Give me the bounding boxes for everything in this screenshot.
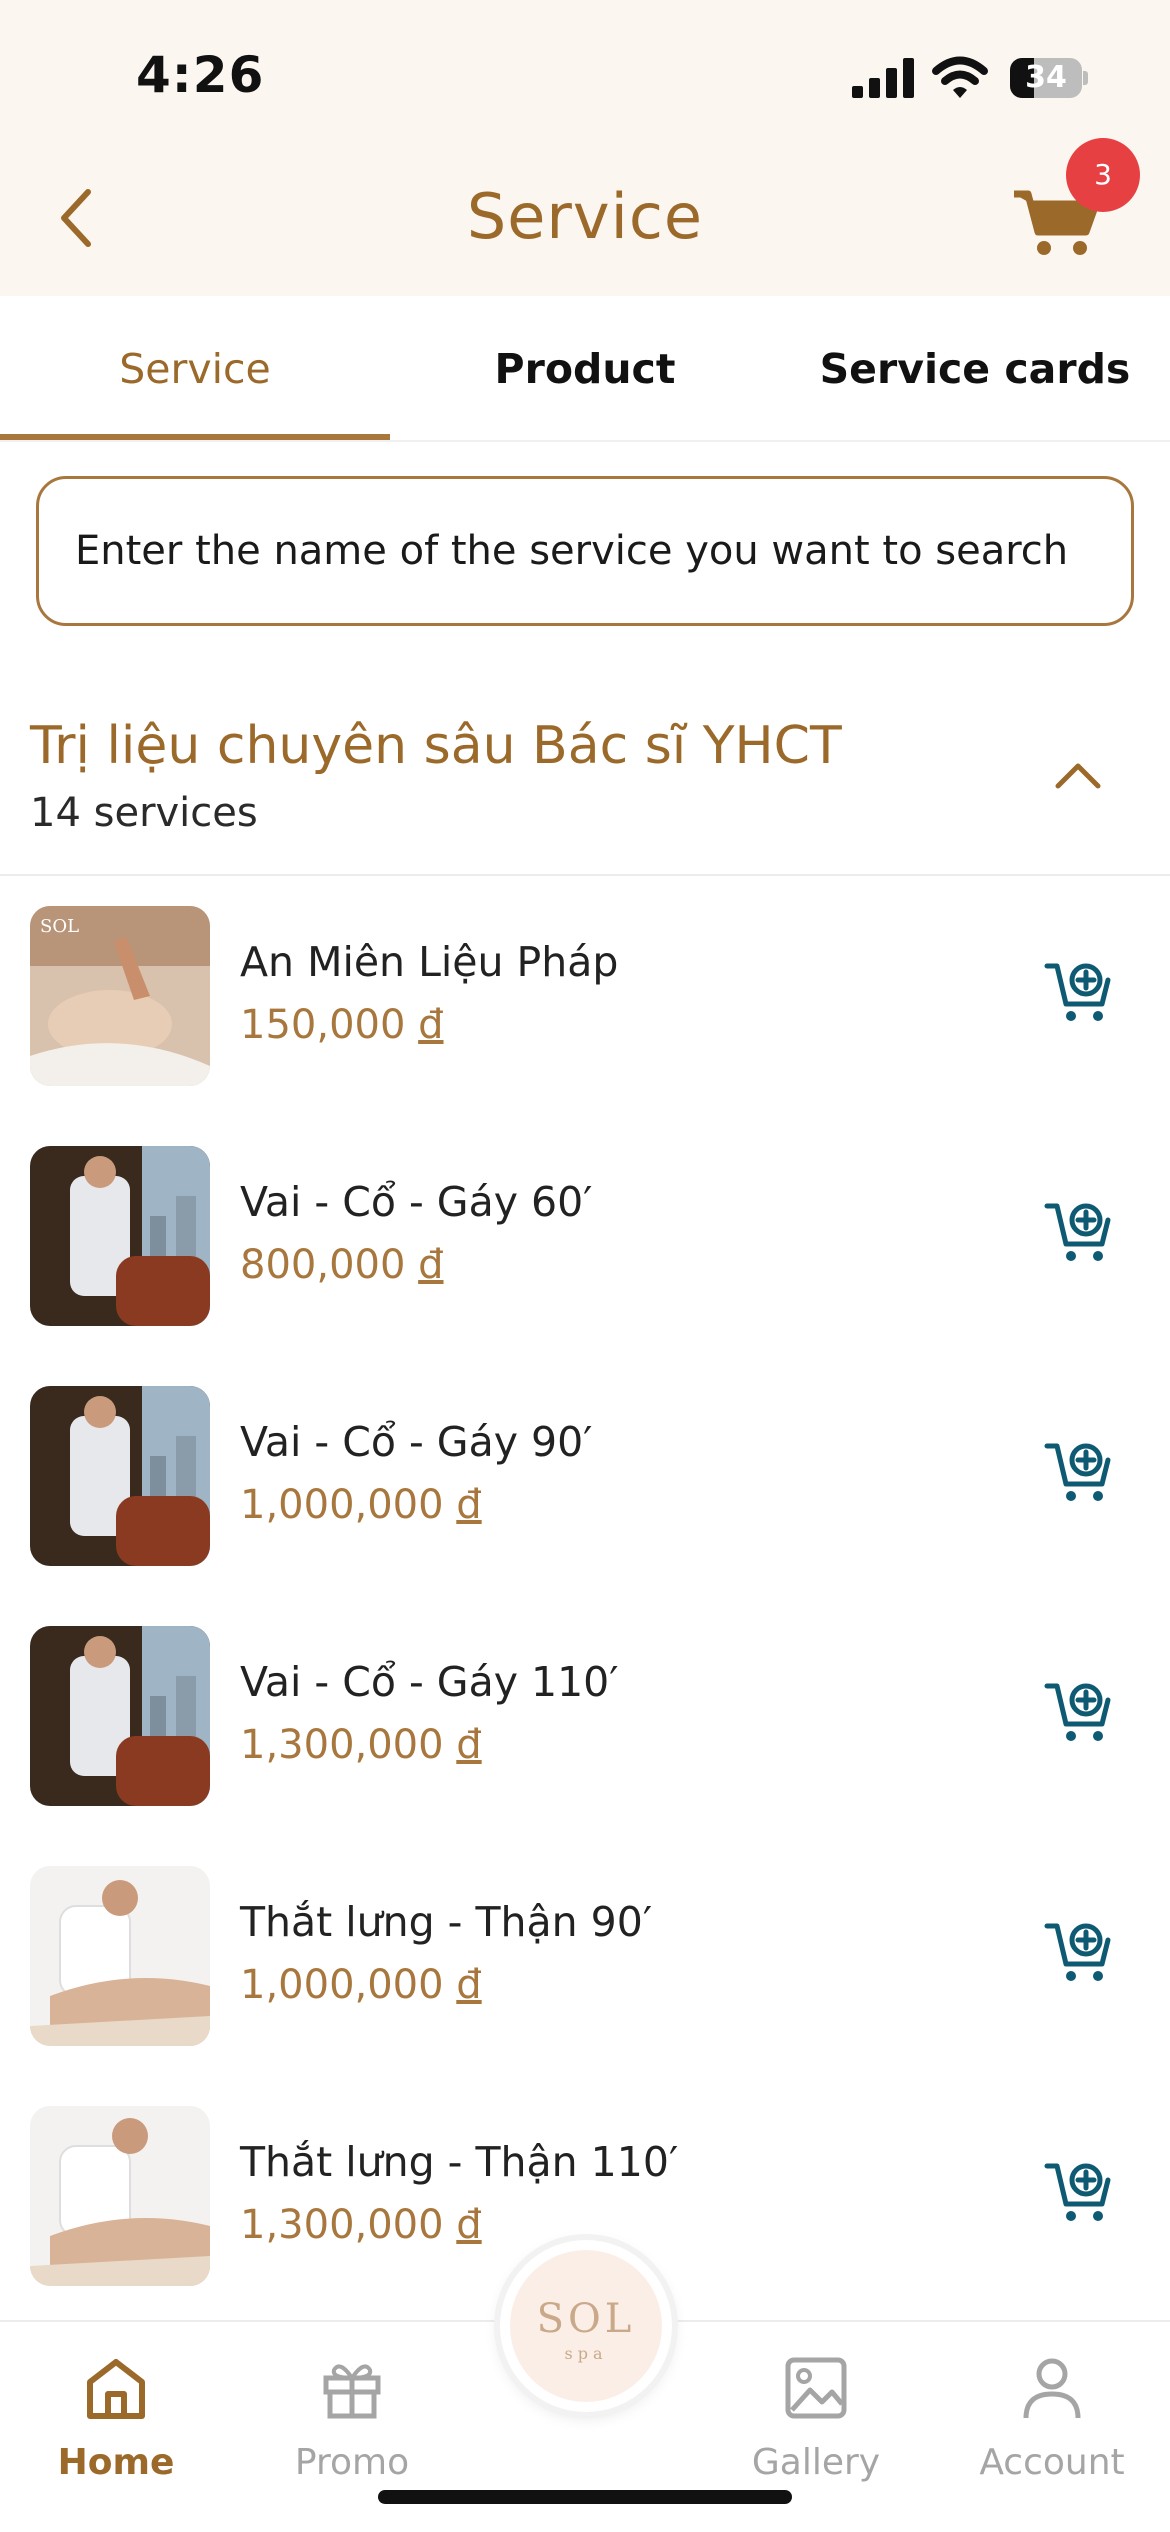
status-time: 4:26 [136, 46, 265, 104]
add-to-cart-icon[interactable] [1044, 1198, 1114, 1266]
service-name: An Miên Liệu Pháp [240, 938, 619, 986]
service-thumbnail [30, 1146, 210, 1326]
category-header[interactable]: Trị liệu chuyên sâu Bác sĩ YHCT 14 servi… [0, 700, 1170, 876]
home-icon [87, 2359, 145, 2419]
nav-promo-label: Promo [294, 2442, 410, 2483]
nav-account[interactable]: Account [952, 2342, 1152, 2492]
service-thumbnail [30, 2106, 210, 2286]
service-price: 1,300,000 đ [240, 2202, 482, 2248]
signal-icon [852, 58, 914, 98]
list-item[interactable]: Vai - Cổ - Gáy 90′ 1,000,000 đ [0, 1370, 1170, 1610]
tab-indicator [0, 434, 390, 440]
add-to-cart-icon[interactable] [1044, 1918, 1114, 1986]
user-icon [1023, 2358, 1081, 2419]
add-to-cart-icon[interactable] [1044, 2158, 1114, 2226]
status-icons: 34 [852, 52, 1092, 102]
page-title: Service [466, 180, 704, 253]
add-to-cart-icon[interactable] [1044, 1678, 1114, 1746]
list-item[interactable]: Vai - Cổ - Gáy 60′ 800,000 đ [0, 1130, 1170, 1370]
add-to-cart-icon[interactable] [1044, 1438, 1114, 1506]
service-name: Thắt lưng - Thận 90′ [240, 1898, 653, 1946]
chevron-up-icon[interactable] [1050, 756, 1106, 796]
service-price: 1,000,000 đ [240, 1962, 482, 2008]
service-name: Vai - Cổ - Gáy 60′ [240, 1178, 593, 1226]
battery-icon: 34 [1010, 58, 1088, 98]
service-thumbnail [30, 1626, 210, 1806]
tab-bar: Service Product Service cards [0, 296, 1170, 442]
service-price: 1,300,000 đ [240, 1722, 482, 1768]
battery-percent: 34 [1025, 60, 1067, 95]
sol-spa-logo: SOL spa [510, 2250, 662, 2402]
service-name: Vai - Cổ - Gáy 90′ [240, 1418, 593, 1466]
add-to-cart-icon[interactable] [1044, 958, 1114, 1026]
home-indicator [378, 2490, 792, 2504]
list-item[interactable]: Vai - Cổ - Gáy 110′ 1,300,000 đ [0, 1610, 1170, 1850]
search-input[interactable] [36, 476, 1134, 626]
tab-service-cards[interactable]: Service cards [780, 296, 1170, 442]
nav-promo[interactable]: Promo [252, 2342, 452, 2492]
tab-service[interactable]: Service [0, 296, 390, 442]
center-logo-button[interactable]: SOL spa [500, 2240, 672, 2412]
nav-gallery[interactable]: Gallery [716, 2342, 916, 2492]
nav-home[interactable]: Home [16, 2342, 216, 2492]
service-price: 1,000,000 đ [240, 1482, 482, 1528]
wifi-icon [932, 56, 988, 98]
tab-product[interactable]: Product [390, 296, 780, 442]
service-price: 150,000 đ [240, 1002, 444, 1048]
svg-text:SOL: SOL [40, 916, 79, 937]
nav-account-label: Account [979, 2442, 1125, 2483]
nav-home-label: Home [57, 2442, 175, 2483]
list-item[interactable]: Thắt lưng - Thận 90′ 1,000,000 đ [0, 1850, 1170, 2090]
list-item[interactable]: SOL An Miên Liệu Pháp 150,000 đ [0, 890, 1170, 1130]
service-thumbnail: SOL [30, 906, 210, 1086]
service-name: Thắt lưng - Thận 110′ [240, 2138, 679, 2186]
service-price: 800,000 đ [240, 1242, 444, 1288]
gift-icon [323, 2364, 381, 2419]
cart-badge: 3 [1066, 138, 1140, 212]
service-thumbnail [30, 1386, 210, 1566]
nav-gallery-label: Gallery [751, 2442, 881, 2483]
logo-subtext: spa [564, 2344, 608, 2363]
service-thumbnail [30, 1866, 210, 2046]
logo-text: SOL [536, 2296, 636, 2342]
service-name: Vai - Cổ - Gáy 110′ [240, 1658, 619, 1706]
image-icon [785, 2357, 847, 2419]
category-count: 14 services [30, 790, 258, 836]
top-header: 4:26 34 Service 3 [0, 0, 1170, 296]
category-title: Trị liệu chuyên sâu Bác sĩ YHCT [30, 716, 842, 776]
